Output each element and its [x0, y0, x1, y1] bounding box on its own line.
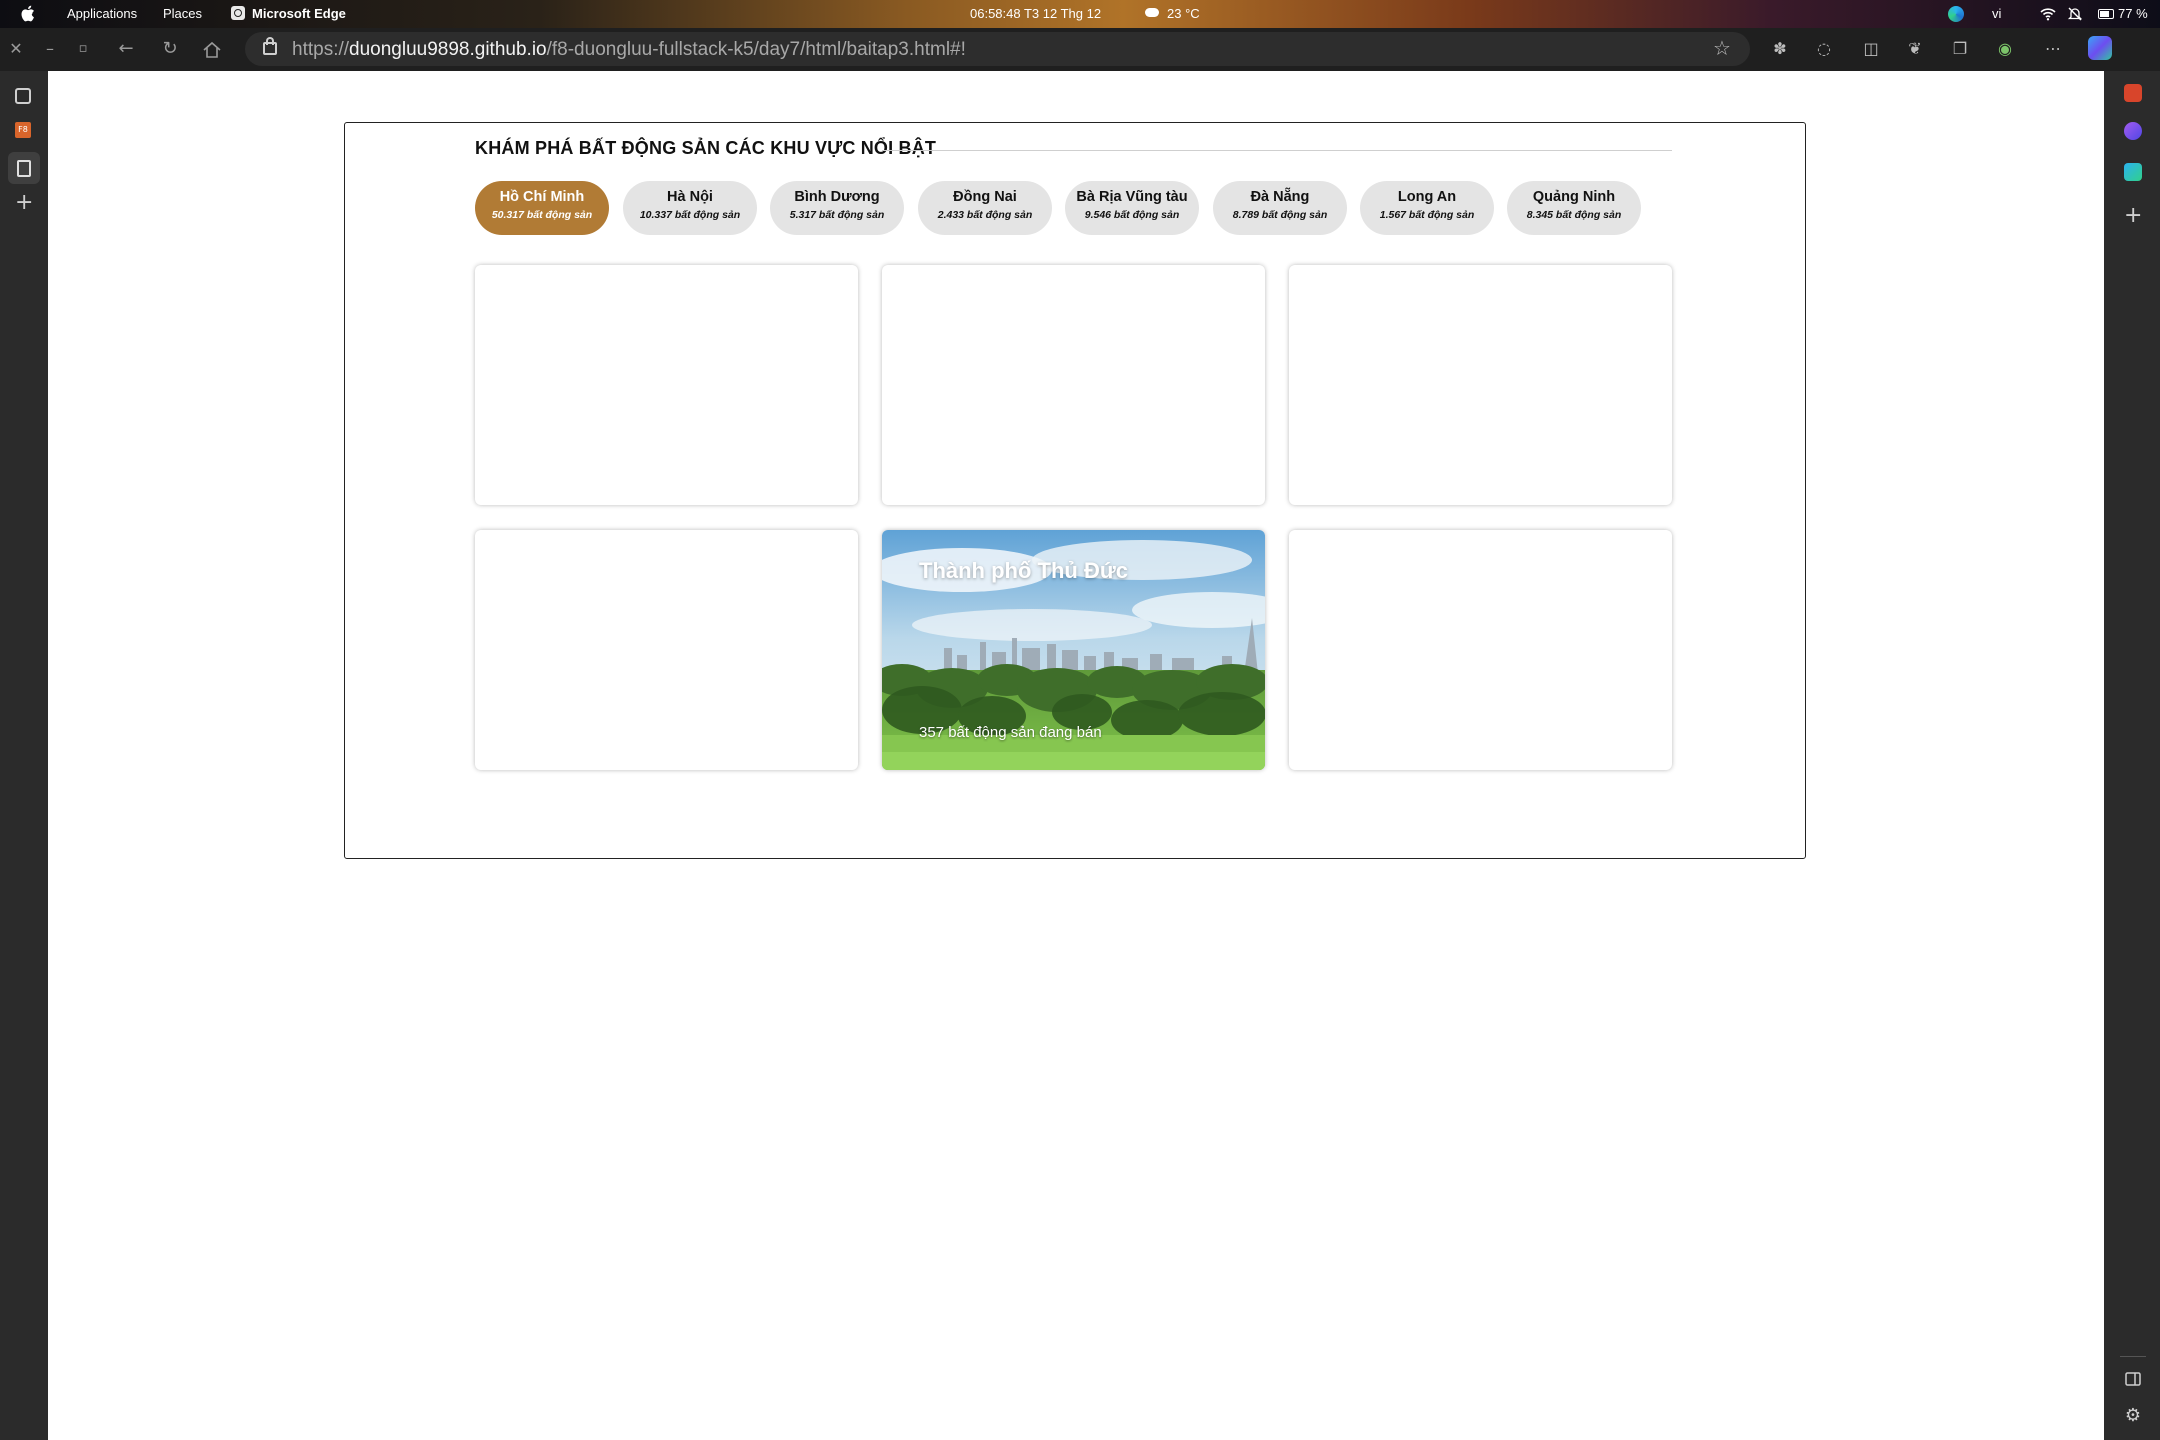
section-title: KHÁM PHÁ BẤT ĐỘNG SẢN CÁC KHU VỰC NỔI BẬ… [475, 138, 937, 158]
split-screen-icon[interactable]: ◫ [1860, 38, 1882, 60]
url-text[interactable]: https://duongluu9898.github.io/f8-duongl… [292, 39, 966, 61]
tab-name: Bình Dương [794, 189, 880, 205]
tab-ba-ria-vung-tau[interactable]: Bà Rịa Vũng tàu 9.546 bất động sản [1065, 181, 1199, 235]
home-icon[interactable] [202, 41, 222, 59]
menu-places[interactable]: Places [163, 6, 202, 21]
page-tab-icon[interactable] [17, 160, 31, 177]
edge-sidebar: + ⚙ [2104, 71, 2160, 1440]
more-options-icon[interactable]: ⋯ [2042, 38, 2064, 60]
area-card[interactable] [882, 265, 1265, 505]
tab-count: 9.546 bất động sản [1084, 209, 1180, 221]
battery-percent[interactable]: 77 % [2118, 6, 2148, 21]
profile-icon[interactable]: ◉ [1994, 38, 2016, 60]
tab-quang-ninh[interactable]: Quảng Ninh 8.345 bất động sản [1507, 181, 1641, 235]
menu-applications[interactable]: Applications [67, 6, 137, 21]
tab-actions-icon[interactable] [15, 88, 31, 104]
wifi-icon[interactable] [2040, 6, 2056, 22]
hide-sidebar-icon[interactable] [2124, 1370, 2142, 1388]
page-viewport: KHÁM PHÁ BẤT ĐỘNG SẢN CÁC KHU VỰC NỔI BẬ… [48, 71, 2104, 1440]
active-app-name[interactable]: Microsoft Edge [252, 6, 346, 21]
tab-name: Đà Nẵng [1250, 189, 1310, 205]
url-domain: duongluu9898.github.io [349, 39, 547, 60]
area-card[interactable] [1289, 530, 1672, 770]
sync-icon[interactable]: ◌ [1813, 38, 1835, 60]
copilot-icon[interactable] [2088, 36, 2112, 60]
tab-name: Hà Nội [667, 189, 713, 205]
add-sidebar-app-icon[interactable]: + [2124, 205, 2142, 227]
settings-gear-icon[interactable]: ⚙ [2124, 1407, 2142, 1425]
featured-areas-section: KHÁM PHÁ BẤT ĐỘNG SẢN CÁC KHU VỰC NỔI BẬ… [344, 122, 1806, 859]
window-restore-icon[interactable]: ▫ [70, 36, 96, 62]
tab-count: 1.567 bất động sản [1379, 209, 1475, 221]
featured-area-card[interactable]: Thành phố Thủ Đức 357 bất động sản đang … [882, 530, 1265, 770]
tab-count: 2.433 bất động sản [937, 209, 1033, 221]
title-divider [882, 150, 1672, 151]
edge-tray-icon[interactable] [1948, 6, 1964, 22]
back-arrow-icon[interactable]: ← [113, 36, 139, 62]
weather-temp[interactable]: 23 °C [1167, 6, 1200, 21]
vertical-tabs-rail: F8 + [0, 71, 48, 1440]
window-close-icon[interactable]: ✕ [3, 36, 29, 62]
tab-ha-noi[interactable]: Hà Nội 10.337 bất động sản [623, 181, 757, 235]
send-icon[interactable] [2124, 163, 2142, 181]
keyboard-language[interactable]: vi [1992, 6, 2001, 21]
url-prefix: https:// [292, 39, 350, 60]
tab-name: Quảng Ninh [1532, 189, 1616, 205]
area-card[interactable] [475, 265, 858, 505]
favorite-star-icon[interactable]: ☆ [1713, 36, 1731, 60]
tab-binh-duong[interactable]: Bình Dương 5.317 bất động sản [770, 181, 904, 235]
sidebar-divider [2120, 1356, 2146, 1357]
featured-card-subtitle: 357 bất động sản đang bán [919, 724, 1102, 741]
lock-icon[interactable] [263, 37, 277, 55]
tab-count: 8.345 bất động sản [1526, 209, 1622, 221]
apple-icon[interactable] [20, 5, 35, 22]
tab-name: Bà Rịa Vũng tàu [1076, 189, 1188, 205]
tab-name: Hồ Chí Minh [499, 189, 585, 205]
tab-name: Đồng Nai [953, 189, 1017, 205]
url-path: /f8-duongluu-fullstack-k5/day7/html/bait… [546, 39, 966, 60]
tab-count: 8.789 bất động sản [1232, 209, 1328, 221]
tab-count: 10.337 bất động sản [639, 209, 741, 221]
os-menu-bar: Applications Places Microsoft Edge 06:58… [0, 0, 2160, 28]
tab-name: Long An [1397, 189, 1457, 205]
tab-long-an[interactable]: Long An 1.567 bất động sản [1360, 181, 1494, 235]
extension-icon[interactable]: ✽ [1769, 38, 1791, 60]
collections-icon[interactable]: ❐ [1949, 38, 1971, 60]
favorites-icon[interactable]: ❦ [1904, 38, 1926, 60]
region-tabs: Hồ Chí Minh 50.317 bất động sản Hà Nội 1… [475, 181, 1675, 237]
tab-dong-nai[interactable]: Đồng Nai 2.433 bất động sản [918, 181, 1052, 235]
edge-app-icon [231, 6, 245, 20]
battery-icon[interactable] [2098, 9, 2114, 19]
tab-f8-favicon[interactable]: F8 [15, 122, 31, 138]
tab-ho-chi-minh[interactable]: Hồ Chí Minh 50.317 bất động sản [475, 181, 609, 235]
area-card[interactable] [1289, 265, 1672, 505]
tab-da-nang[interactable]: Đà Nẵng 8.789 bất động sản [1213, 181, 1347, 235]
bell-muted-icon[interactable] [2067, 6, 2083, 22]
area-card[interactable] [475, 530, 858, 770]
cloud-icon [1145, 8, 1159, 17]
tools-briefcase-icon[interactable] [2124, 84, 2142, 102]
refresh-icon[interactable]: ↻ [157, 36, 183, 62]
tab-count: 5.317 bất động sản [789, 209, 885, 221]
tab-count: 50.317 bất động sản [491, 209, 593, 221]
browser-toolbar: ✕ – ▫ ← ↻ https://duongluu9898.github.io… [0, 28, 2160, 71]
designer-icon[interactable] [2124, 122, 2142, 140]
address-bar[interactable]: https://duongluu9898.github.io/f8-duongl… [245, 32, 1750, 66]
new-tab-plus-icon[interactable]: + [15, 192, 33, 214]
featured-card-title: Thành phố Thủ Đức [919, 558, 1129, 583]
window-minimize-icon[interactable]: – [37, 36, 63, 62]
clock[interactable]: 06:58:48 T3 12 Thg 12 [970, 6, 1101, 21]
